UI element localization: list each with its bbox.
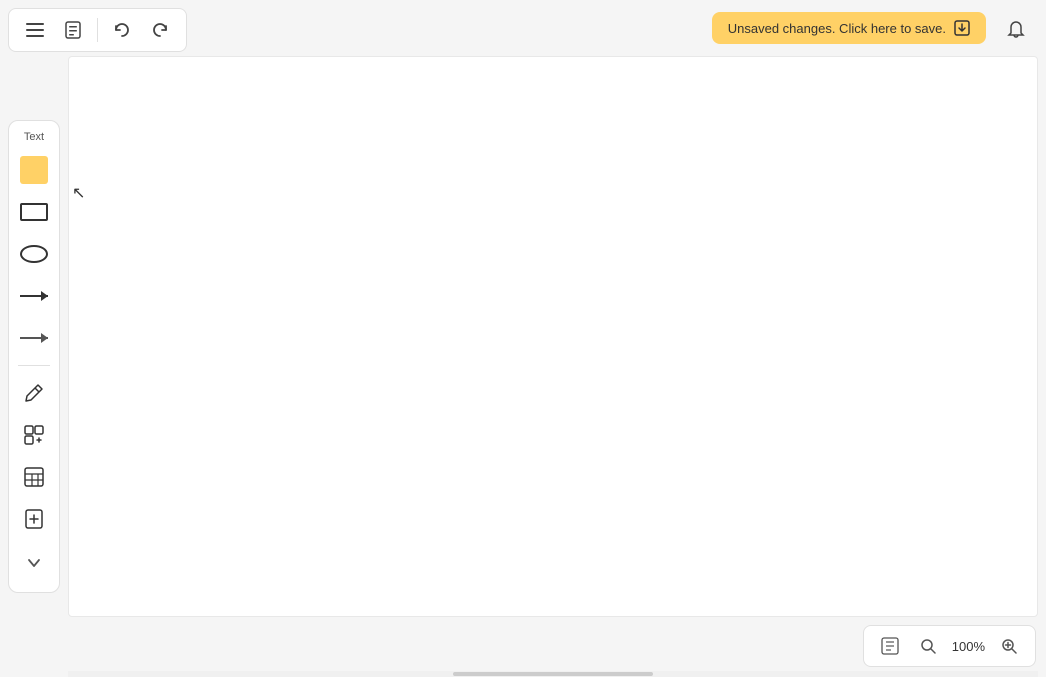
table-tool[interactable] bbox=[15, 458, 53, 496]
table-icon bbox=[23, 466, 45, 488]
redo-button[interactable] bbox=[142, 12, 178, 48]
zoom-in-icon bbox=[1001, 638, 1017, 654]
arrow-shape-2 bbox=[20, 337, 48, 339]
hand-icon bbox=[881, 637, 899, 655]
expand-sidebar-button[interactable] bbox=[15, 544, 53, 582]
unsaved-banner[interactable]: Unsaved changes. Click here to save. bbox=[712, 12, 986, 44]
arrow-shape-1 bbox=[20, 295, 48, 297]
zoom-level: 100% bbox=[952, 639, 985, 654]
add-file-tool[interactable] bbox=[15, 500, 53, 538]
rectangle-tool[interactable] bbox=[15, 193, 53, 231]
zoom-search-icon bbox=[920, 638, 936, 654]
toolbar-divider bbox=[97, 18, 98, 42]
left-sidebar: Text bbox=[8, 120, 60, 593]
undo-button[interactable] bbox=[104, 12, 140, 48]
sticky-shape bbox=[20, 156, 48, 184]
chevron-down-icon bbox=[27, 558, 41, 568]
ellipse-shape bbox=[20, 245, 48, 263]
sticky-note-tool[interactable] bbox=[15, 151, 53, 189]
menu-button[interactable] bbox=[17, 12, 53, 48]
arrow-tool-2[interactable] bbox=[15, 319, 53, 357]
rect-shape bbox=[20, 203, 48, 221]
sidebar-separator bbox=[18, 365, 50, 366]
pen-tool[interactable] bbox=[15, 374, 53, 412]
canvas-area[interactable] bbox=[68, 56, 1038, 617]
hand-tool-button[interactable] bbox=[876, 632, 904, 660]
add-widget-tool[interactable] bbox=[15, 416, 53, 454]
widget-icon bbox=[23, 424, 45, 446]
scrollbar-thumb[interactable] bbox=[453, 672, 653, 676]
bell-icon bbox=[1006, 20, 1026, 40]
horizontal-scrollbar[interactable] bbox=[68, 671, 1038, 677]
bottom-toolbar: 100% bbox=[863, 625, 1036, 667]
text-tool-label: Text bbox=[24, 131, 44, 143]
ellipse-tool[interactable] bbox=[15, 235, 53, 273]
zoom-search-button[interactable] bbox=[914, 632, 942, 660]
save-icon bbox=[954, 20, 970, 36]
unsaved-text: Unsaved changes. Click here to save. bbox=[728, 21, 946, 36]
notification-button[interactable] bbox=[998, 12, 1034, 48]
top-toolbar bbox=[8, 8, 187, 52]
file-button[interactable] bbox=[55, 12, 91, 48]
add-file-icon bbox=[23, 508, 45, 530]
pen-icon bbox=[23, 382, 45, 404]
zoom-in-button[interactable] bbox=[995, 632, 1023, 660]
arrow-tool-1[interactable] bbox=[15, 277, 53, 315]
